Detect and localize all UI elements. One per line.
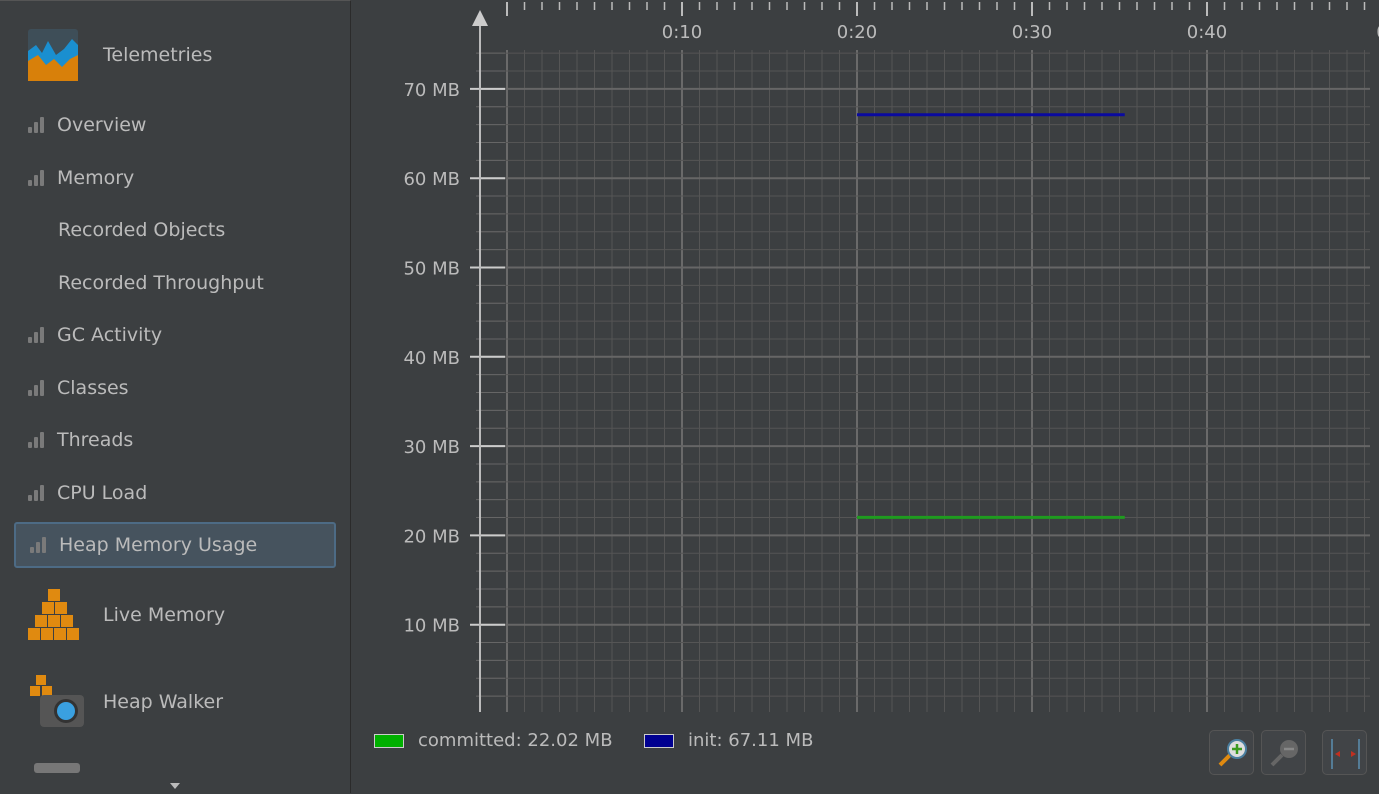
- y-tick-label: 70 MB: [403, 80, 460, 101]
- legend-init: init: 67.11 MB: [644, 730, 813, 751]
- sidebar-item-label: Memory: [57, 166, 135, 189]
- bar-chart-icon: [28, 169, 46, 186]
- sidebar-item-gc-activity[interactable]: GC Activity: [14, 312, 336, 358]
- sidebar-item-threads[interactable]: Threads: [14, 417, 336, 463]
- chart-plot: 0:100:200:300:40010 MB20 MB30 MB40 MB50 …: [403, 2, 1379, 712]
- bar-chart-icon: [28, 484, 46, 501]
- sidebar-item-classes[interactable]: Classes: [14, 365, 336, 411]
- bar-chart-icon: [28, 327, 46, 343]
- legend-committed: committed: 22.02 MB: [374, 730, 613, 751]
- fit-width-icon: [1331, 739, 1360, 769]
- zoom-in-button[interactable]: [1209, 730, 1254, 775]
- sidebar-item-label: CPU Load: [57, 481, 148, 504]
- bar-chart-icon: [28, 432, 46, 448]
- y-tick-label: 50 MB: [403, 259, 460, 280]
- sidebar-item-label: Recorded Objects: [58, 219, 226, 241]
- sidebar-item-recorded-objects[interactable]: Recorded Objects: [14, 207, 336, 253]
- sidebar-item-label: Heap Memory Usage: [59, 534, 258, 556]
- fit-to-window-button[interactable]: [1322, 730, 1367, 775]
- sidebar-item-heap-memory-usage[interactable]: Heap Memory Usage: [14, 522, 336, 568]
- y-tick-label: 20 MB: [403, 526, 460, 547]
- bar-chart-icon: [28, 379, 46, 396]
- telemetries-label: Telemetries: [103, 44, 213, 66]
- sidebar-item-memory[interactable]: Memory: [14, 155, 336, 201]
- x-tick-label: 0:10: [662, 22, 702, 43]
- bar-chart-icon: [28, 117, 46, 133]
- sidebar-item-recorded-throughput[interactable]: Recorded Throughput: [14, 260, 336, 306]
- zoom-out-button[interactable]: [1261, 730, 1306, 775]
- telemetries-section[interactable]: Telemetries: [28, 29, 212, 81]
- live-memory-icon: [28, 589, 79, 640]
- live-memory-label: Live Memory: [103, 604, 226, 626]
- sidebar-item-label: Classes: [57, 376, 129, 399]
- heap-walker-label: Heap Walker: [103, 691, 224, 713]
- heap-walker-section[interactable]: Heap Walker: [28, 675, 223, 729]
- sidebar-item-label: Overview: [57, 114, 147, 136]
- x-tick-label: 0:20: [837, 22, 877, 43]
- sidebar-item-label: Threads: [57, 429, 134, 451]
- y-tick-label: 40 MB: [403, 348, 460, 369]
- scroll-down-arrow-icon[interactable]: [170, 783, 180, 794]
- y-tick-label: 30 MB: [403, 437, 460, 458]
- sidebar-item-overview[interactable]: Overview: [14, 102, 336, 148]
- y-tick-label: 10 MB: [403, 616, 460, 637]
- bar-chart-icon: [30, 537, 48, 553]
- y-axis-arrow-icon: [472, 10, 488, 26]
- sidebar-item-label: Recorded Throughput: [58, 271, 264, 294]
- sidebar-item-label: GC Activity: [57, 324, 163, 346]
- zoom-out-icon: [1270, 740, 1298, 767]
- init-label: init:: [688, 730, 723, 751]
- heap-walker-icon: [30, 675, 84, 727]
- more-section-icon: [34, 763, 80, 773]
- sidebar: Telemetries Overview Memory Recorded Objec…: [0, 0, 351, 793]
- live-memory-section[interactable]: Live Memory: [28, 589, 225, 641]
- x-tick-label: 0:30: [1012, 22, 1052, 43]
- sidebar-item-cpu-load[interactable]: CPU Load: [14, 470, 336, 516]
- init-value: 67.11 MB: [728, 730, 814, 751]
- zoom-in-icon: [1218, 739, 1247, 767]
- committed-swatch: [374, 733, 404, 748]
- x-tick-label: 0:40: [1187, 22, 1227, 43]
- telemetries-icon: [28, 29, 78, 81]
- init-swatch: [644, 733, 674, 748]
- heap-memory-chart: 0:100:200:300:40010 MB20 MB30 MB40 MB50 …: [352, 0, 1379, 793]
- y-tick-label: 60 MB: [403, 169, 460, 190]
- committed-value: 22.02 MB: [527, 730, 613, 751]
- committed-label: committed:: [418, 730, 522, 751]
